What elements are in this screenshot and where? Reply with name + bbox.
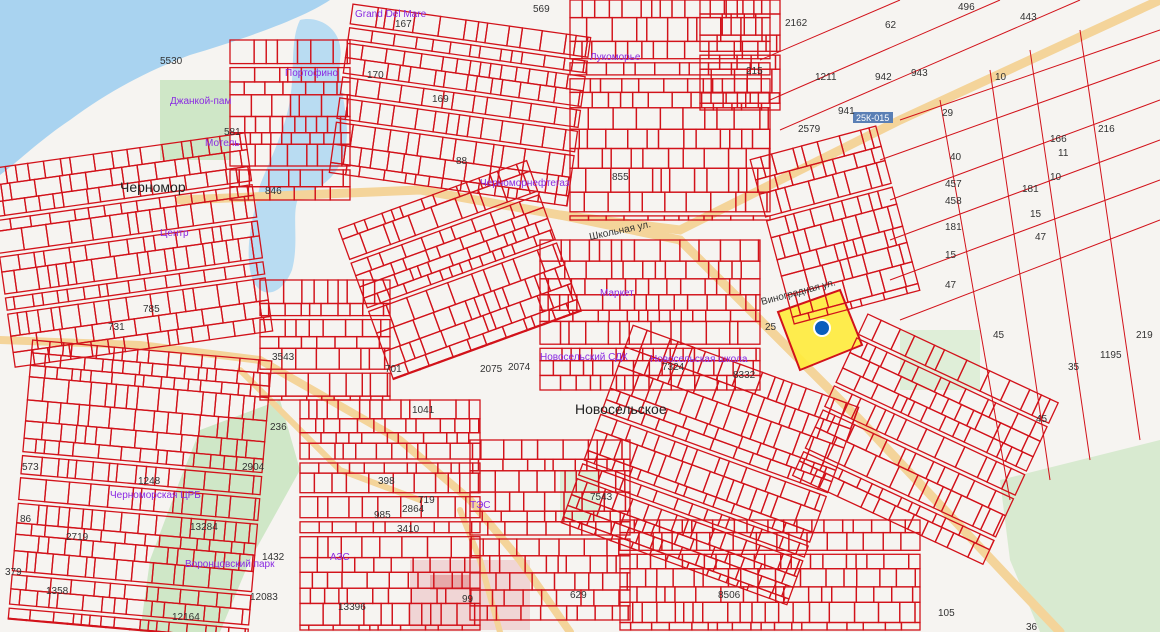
parcel-number: 2864: [402, 504, 425, 515]
parcel-number: 496: [958, 2, 975, 13]
parcel-number: 1358: [46, 586, 69, 597]
poi-label[interactable]: Центр: [160, 228, 189, 239]
parcel-number: 443: [1020, 12, 1037, 23]
poi-label[interactable]: Новосельский СДК: [540, 352, 628, 363]
parcel-number: 846: [265, 186, 282, 197]
parcel-number: 219: [1136, 330, 1153, 341]
parcel-number: 629: [570, 590, 587, 601]
parcel-number: 8506: [718, 590, 741, 601]
parcel-number: 458: [945, 196, 962, 207]
parcel-number: 88: [456, 156, 468, 167]
parcel-number: 15: [1030, 209, 1042, 220]
parcel-number: 855: [612, 172, 629, 183]
parcel-number: 1211: [815, 72, 837, 83]
parcel-number: 1195: [1100, 350, 1122, 361]
parcel-number: 36: [1026, 622, 1038, 632]
parcel-number: 62: [885, 20, 897, 31]
parcel-number: 45: [1036, 414, 1048, 425]
parcel-number: 7324: [662, 362, 685, 373]
parcel-number: 99: [462, 594, 474, 605]
parcel-number: 5530: [160, 56, 183, 67]
poi-label[interactable]: Портофино: [285, 67, 338, 79]
parcel-number: 7543: [590, 492, 613, 503]
parcel-number: 25: [765, 322, 777, 333]
poi-grand-del-mare[interactable]: Grand Del Mare: [355, 9, 427, 20]
parcel-number: 11: [1058, 148, 1069, 159]
parcel-number: 166: [1050, 134, 1067, 145]
parcel-number: 2904: [242, 462, 265, 473]
parcel-number: 181: [1022, 184, 1039, 195]
parcel-number: 785: [143, 304, 160, 315]
parcel-number: 3410: [397, 524, 420, 535]
parcel-number: 236: [270, 422, 287, 433]
poi-label[interactable]: Маркет: [600, 288, 634, 299]
parcel-number: 942: [875, 72, 892, 83]
parcel-number: 1041: [412, 405, 435, 416]
parcel-number: 35: [1068, 362, 1080, 373]
parcel-number: 40: [950, 152, 962, 163]
parcel-number: 573: [22, 462, 39, 473]
poi-label[interactable]: АЗС: [330, 552, 350, 563]
parcel-number: 457: [945, 179, 962, 190]
parcel-number: 13284: [190, 522, 218, 533]
parcel-number: 985: [374, 510, 391, 521]
parcel-number: 15: [945, 250, 957, 261]
parcel-number: 216: [1098, 124, 1115, 135]
parcel-number: 8332: [733, 370, 756, 381]
town-label-chernomorskoe: Черномор: [120, 179, 186, 195]
parcel-number: 47: [945, 280, 957, 291]
parcel-number: 10: [995, 72, 1007, 83]
poi-label[interactable]: Черноморская ЦРБ: [110, 490, 201, 501]
poi-label[interactable]: Черноморнефтегаз: [480, 177, 570, 189]
parcel-number: 379: [5, 567, 22, 578]
parcel-number: 569: [533, 4, 550, 15]
parcel-number: 45: [993, 330, 1005, 341]
parcel-number: 701: [385, 364, 402, 375]
poi-label[interactable]: Мотель: [205, 138, 240, 149]
parcel-number: 1248: [138, 476, 161, 487]
location-marker[interactable]: [813, 319, 831, 337]
poi-label[interactable]: Джанкой-пам: [170, 96, 231, 107]
parcel-number: 12164: [172, 612, 200, 623]
poi-label[interactable]: ТЭС: [470, 500, 491, 511]
road-badge-text: 25К-015: [856, 113, 889, 123]
parcel-number: 105: [938, 608, 955, 619]
parcel-number: 10: [1050, 172, 1062, 183]
parcel-number: 13396: [338, 602, 366, 613]
parcel-number: 3543: [272, 352, 295, 363]
parcel-number: 1432: [262, 552, 285, 563]
parcel-number: 167: [395, 19, 412, 30]
parcel-number: 2579: [798, 124, 821, 135]
parcel-number: 581: [224, 127, 241, 138]
parcel-number: 86: [20, 514, 32, 525]
parcel-number: 29: [942, 108, 954, 119]
parcel-number: 169: [432, 94, 449, 105]
road-badge: 25К-015: [853, 112, 893, 123]
parcel-number: 2162: [785, 18, 808, 29]
parcel-number: 2075: [480, 364, 503, 375]
parcel-number: 170: [367, 70, 384, 81]
parcel-number: 731: [108, 322, 125, 333]
parcel-number: 215: [746, 66, 763, 77]
parcel-number: 398: [378, 476, 395, 487]
parcel-number: 943: [911, 68, 928, 79]
cadastral-map[interactable]: 25К-015 Черномор Новосельское Школьная у…: [0, 0, 1160, 632]
parcel-number: 47: [1035, 232, 1047, 243]
parcel-number: 941: [838, 106, 855, 117]
parcel-number: 2074: [508, 362, 531, 373]
parcel-number: 12083: [250, 592, 278, 603]
parcel-number: 2719: [66, 532, 89, 543]
parcel-number: 181: [945, 222, 962, 233]
town-label-novoselskoe: Новосельское: [575, 401, 667, 417]
poi-label[interactable]: Лукоморье: [590, 52, 641, 63]
